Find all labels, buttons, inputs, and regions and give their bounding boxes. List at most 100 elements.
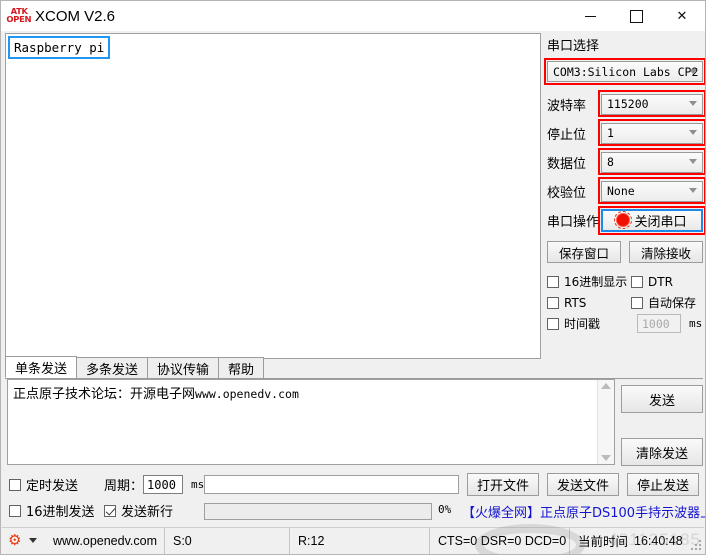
- stopbits-select-value: 1: [607, 126, 614, 140]
- send-mode-tabs: 单条发送 多条发送 协议传输 帮助: [5, 356, 703, 379]
- file-path-field[interactable]: [204, 475, 459, 494]
- rts-checkbox[interactable]: RTS: [547, 296, 631, 310]
- dtr-checkbox-box: [631, 275, 643, 288]
- parity-row: 校验位 None: [547, 177, 705, 204]
- chevron-down-icon: [689, 101, 697, 106]
- rts-label: RTS: [564, 295, 587, 310]
- baud-select[interactable]: 115200: [601, 93, 703, 115]
- send-text-content: 正点原子技术论坛：开源电子网www.openedv.com: [8, 380, 597, 464]
- status-time: 当前时间 16:40:48: [570, 528, 691, 554]
- auto-save-checkbox[interactable]: 自动保存: [631, 294, 696, 311]
- baud-row: 波特率 115200: [547, 90, 705, 117]
- progress-percent-label: 0%: [438, 503, 452, 516]
- databits-select[interactable]: 8: [601, 151, 703, 173]
- databits-label: 数据位: [547, 156, 587, 172]
- timestamp-checkbox-box: [547, 317, 559, 330]
- send-file-button[interactable]: 发送文件: [547, 473, 619, 496]
- rts-autosave-line: RTS 自动保存: [547, 292, 703, 313]
- baud-select-value: 115200: [607, 97, 649, 111]
- tab-multi-send[interactable]: 多条发送: [76, 357, 149, 378]
- close-button[interactable]: ✕: [659, 1, 705, 31]
- chevron-down-icon: [689, 130, 697, 135]
- stopbits-row: 停止位 1: [547, 119, 705, 146]
- minimize-button[interactable]: [567, 1, 613, 31]
- hex-display-checkbox[interactable]: 16进制显示: [547, 273, 631, 290]
- send-progress-bar: [204, 503, 432, 520]
- xcom-window: ATK OPEN XCOM V2.6 ✕ Raspberry pi 串口选择 C…: [0, 0, 706, 555]
- databits-row: 数据位 8: [547, 148, 705, 175]
- close-serial-button[interactable]: 关闭串口: [601, 208, 703, 232]
- parity-label: 校验位: [547, 185, 587, 201]
- timestamp-line: 时间戳 1000 ms: [547, 313, 703, 334]
- send-button[interactable]: 发送: [621, 385, 703, 413]
- send-text-area[interactable]: 正点原子技术论坛：开源电子网www.openedv.com: [7, 379, 615, 465]
- timed-send-checkbox-box: [9, 478, 21, 491]
- stopbits-select[interactable]: 1: [601, 122, 703, 144]
- hex-send-label: 16进制发送: [26, 505, 95, 520]
- status-sent-count: S:0: [165, 527, 290, 554]
- window-controls: ✕: [567, 1, 705, 31]
- send-area-scrollbar[interactable]: [597, 380, 614, 464]
- maximize-button[interactable]: [613, 1, 659, 31]
- dtr-checkbox[interactable]: DTR: [631, 275, 673, 289]
- timestamp-checkbox[interactable]: 时间戳: [547, 315, 631, 332]
- period-input[interactable]: 1000: [143, 475, 184, 494]
- send-text-cn: 正点原子技术论坛：开源电子网: [13, 387, 196, 402]
- config-title: 串口选择: [547, 39, 600, 54]
- app-logo-icon: ATK OPEN: [7, 6, 32, 26]
- receive-pane[interactable]: Raspberry pi: [5, 33, 541, 359]
- hex-display-checkbox-box: [547, 275, 559, 288]
- promo-link[interactable]: 【火爆全网】正点原子DS100手持示波器上市: [462, 502, 705, 521]
- parity-select-value: None: [607, 184, 635, 198]
- status-settings-group[interactable]: ⚙: [2, 528, 45, 554]
- scroll-up-icon[interactable]: [601, 383, 611, 389]
- rts-checkbox-box: [547, 296, 559, 309]
- hex-display-label: 16进制显示: [564, 275, 628, 289]
- tab-protocol-transfer[interactable]: 协议传输: [147, 357, 220, 378]
- status-time-label: 当前时间: [578, 535, 629, 549]
- scroll-down-icon[interactable]: [601, 455, 611, 461]
- status-site[interactable]: www.openedv.com: [45, 527, 165, 554]
- clear-receive-button[interactable]: 清除接收: [629, 241, 703, 263]
- auto-save-label: 自动保存: [648, 296, 697, 310]
- hex-dtr-line: 16进制显示 DTR: [547, 271, 703, 292]
- status-bar: ⚙ www.openedv.com S:0 R:12 CTS=0 DSR=0 D…: [2, 527, 704, 554]
- port-select[interactable]: COM3:Silicon Labs CP2: [547, 61, 703, 82]
- baud-label: 波特率: [547, 98, 587, 114]
- open-file-button[interactable]: 打开文件: [467, 473, 539, 496]
- timestamp-label: 时间戳: [564, 317, 601, 331]
- send-newline-label: 发送新行: [121, 505, 174, 520]
- save-window-button[interactable]: 保存窗口: [547, 241, 621, 263]
- dtr-label: DTR: [648, 274, 673, 289]
- tab-single-send[interactable]: 单条发送: [5, 356, 78, 378]
- gear-icon[interactable]: ⚙: [8, 533, 23, 548]
- clear-send-button[interactable]: 清除发送: [621, 438, 703, 466]
- port-select-value: COM3:Silicon Labs CP2: [553, 64, 699, 79]
- parity-select[interactable]: None: [601, 180, 703, 202]
- app-title: XCOM V2.6: [35, 7, 116, 25]
- period-unit-label: ms: [191, 478, 205, 491]
- timestamp-unit-label: ms: [689, 317, 703, 330]
- port-select-wrap: COM3:Silicon Labs CP2: [544, 58, 705, 85]
- receive-text-highlight: Raspberry pi: [8, 36, 111, 59]
- timed-send-label: 定时发送: [26, 479, 79, 494]
- stop-send-button[interactable]: 停止发送: [627, 473, 699, 496]
- timed-send-checkbox[interactable]: 定时发送: [9, 475, 78, 494]
- close-serial-label: 关闭串口: [634, 214, 687, 230]
- chevron-down-icon: [689, 159, 697, 164]
- period-group: 周期： 1000 ms: [104, 475, 204, 494]
- send-newline-checkbox-box: [104, 504, 116, 517]
- chevron-down-icon: [689, 188, 697, 193]
- auto-save-checkbox-box: [631, 296, 643, 309]
- serial-config-panel: 串口选择 COM3:Silicon Labs CP2 波特率 115200 停止…: [544, 35, 705, 334]
- status-signals: CTS=0 DSR=0 DCD=0: [430, 527, 570, 554]
- databits-select-value: 8: [607, 155, 614, 169]
- chevron-down-icon[interactable]: [29, 538, 37, 543]
- chevron-down-icon: [689, 68, 697, 74]
- receive-action-buttons: 保存窗口 清除接收: [547, 241, 703, 263]
- resize-grip[interactable]: [689, 538, 701, 550]
- send-newline-checkbox[interactable]: 发送新行: [104, 501, 173, 520]
- timestamp-interval-input[interactable]: 1000: [637, 314, 681, 333]
- hex-send-checkbox[interactable]: 16进制发送: [9, 501, 95, 520]
- tab-help[interactable]: 帮助: [218, 357, 265, 378]
